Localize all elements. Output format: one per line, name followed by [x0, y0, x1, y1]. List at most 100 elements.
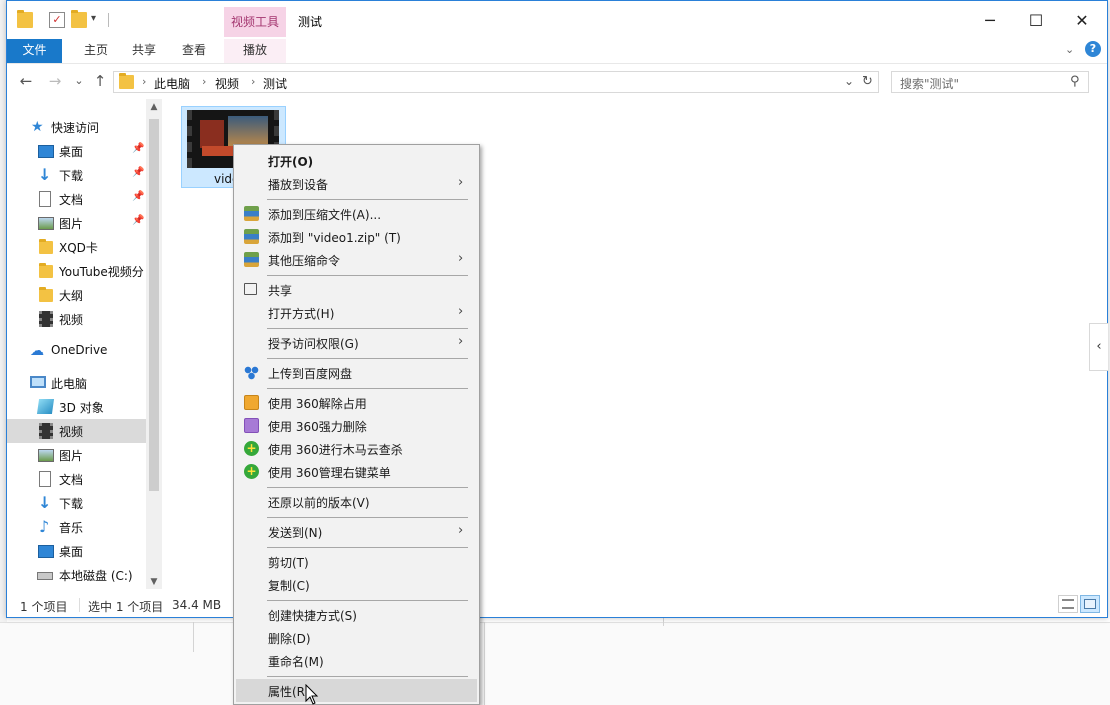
large-icons-view-button[interactable] [1080, 595, 1100, 613]
customize-toolbar-icon[interactable]: ▾ [91, 13, 96, 24]
scroll-thumb[interactable] [149, 119, 159, 491]
sidebar-item-documents[interactable]: 文档 📌 [7, 187, 146, 211]
menu-item-share[interactable]: 共享 [236, 278, 477, 301]
menu-item-label: 使用 360管理右键菜单 [268, 466, 391, 480]
maximize-button[interactable]: ☐ [1013, 5, 1059, 35]
menu-item-delete[interactable]: 删除(D) [236, 626, 477, 649]
search-box[interactable]: 搜索"测试" ⚲ [891, 71, 1089, 93]
menu-item-properties[interactable]: 属性(R) [236, 679, 477, 702]
sidebar-item-pictures-pc[interactable]: 图片 [7, 443, 146, 467]
menu-item-send-to[interactable]: 发送到(N) › [236, 520, 477, 543]
menu-item-360-delete[interactable]: 使用 360强力删除 [236, 414, 477, 437]
scroll-up-icon[interactable]: ▲ [149, 102, 159, 112]
title-bar[interactable]: ✓ ▾ 视频工具 测试 ─ ☐ ✕ [7, 1, 1107, 39]
forward-button[interactable]: → [46, 72, 64, 90]
sidebar-item-downloads-pc[interactable]: ↓ 下载 [7, 491, 146, 515]
menu-item-more-compress[interactable]: 其他压缩命令 › [236, 248, 477, 271]
sidebar-item-label: 音乐 [59, 521, 84, 535]
pin-icon[interactable]: 📌 [132, 143, 144, 154]
menu-item-label: 授予访问权限(G) [268, 337, 359, 351]
sidebar-item-downloads[interactable]: ↓ 下载 📌 [7, 163, 146, 187]
sidebar-item-xqd[interactable]: XQD卡 [7, 235, 146, 259]
help-icon[interactable]: ? [1085, 41, 1101, 57]
sidebar-item-onedrive[interactable]: ☁ OneDrive [7, 339, 146, 363]
menu-item-restore-previous[interactable]: 还原以前的版本(V) [236, 490, 477, 513]
sidebar-item-pictures[interactable]: 图片 📌 [7, 211, 146, 235]
menu-separator [267, 547, 468, 548]
menu-item-label: 属性(R) [268, 685, 310, 699]
baidu-netdisk-icon [244, 365, 259, 380]
selected-count: 选中 1 个项目 [88, 600, 164, 614]
menu-item-add-to-zip[interactable]: 添加到 "video1.zip" (T) [236, 225, 477, 248]
minimize-button[interactable]: ─ [967, 5, 1013, 35]
tab-share[interactable]: 共享 [119, 39, 169, 63]
download-icon: ↓ [38, 493, 52, 512]
video-tools-tab-group: 视频工具 [224, 7, 286, 37]
sidebar-scrollbar[interactable]: ▲ ▼ [146, 99, 162, 589]
tab-play[interactable]: 播放 [224, 39, 286, 63]
sidebar-item-drive-c[interactable]: 本地磁盘 (C:) [7, 563, 146, 587]
sidebar-item-youtube[interactable]: YouTube视频分 [7, 259, 146, 283]
back-button[interactable]: ← [17, 72, 35, 90]
pin-icon[interactable]: 📌 [132, 215, 144, 226]
submenu-arrow-icon: › [458, 523, 464, 538]
menu-item-cut[interactable]: 剪切(T) [236, 550, 477, 573]
sidebar-item-desktop[interactable]: 桌面 📌 [7, 139, 146, 163]
menu-item-label: 打开方式(H) [268, 307, 335, 321]
details-view-button[interactable] [1058, 595, 1078, 613]
sidebar-item-this-pc[interactable]: 此电脑 [7, 371, 146, 395]
address-bar[interactable]: › 此电脑 › 视频 › 测试 ⌄ ↻ [113, 71, 879, 93]
sidebar-item-quick-access[interactable]: ★ 快速访问 [7, 115, 146, 139]
menu-item-open[interactable]: 打开(O) [236, 149, 477, 172]
music-icon: ♪ [39, 517, 50, 536]
expand-ribbon-icon[interactable]: ⌄ [1065, 43, 1074, 56]
sidebar-item-music[interactable]: ♪ 音乐 [7, 515, 146, 539]
breadcrumb-test[interactable]: 测试 [263, 75, 287, 92]
sidebar-item-desktop-pc[interactable]: 桌面 [7, 539, 146, 563]
address-dropdown-icon[interactable]: ⌄ [844, 74, 854, 88]
menu-item-360-menu[interactable]: + 使用 360管理右键菜单 [236, 460, 477, 483]
sidebar-item-outline[interactable]: 大纲 [7, 283, 146, 307]
collapse-pane-button[interactable]: ‹ [1089, 323, 1108, 371]
menu-item-baidu-upload[interactable]: 上传到百度网盘 [236, 361, 477, 384]
tab-home[interactable]: 主页 [71, 39, 121, 63]
menu-item-copy[interactable]: 复制(C) [236, 573, 477, 596]
new-folder-icon[interactable] [71, 10, 87, 28]
search-icon: ⚲ [1070, 74, 1080, 89]
recent-locations-button[interactable]: ⌄ [70, 72, 88, 90]
properties-icon[interactable]: ✓ [49, 12, 65, 28]
sidebar-item-videos[interactable]: 视频 [7, 419, 146, 443]
menu-item-create-shortcut[interactable]: 创建快捷方式(S) [236, 603, 477, 626]
breadcrumb-videos[interactable]: 视频 [215, 75, 239, 92]
menu-item-cast-to-device[interactable]: 播放到设备 › [236, 172, 477, 195]
cloud-icon: ☁ [30, 343, 44, 359]
menu-item-open-with[interactable]: 打开方式(H) › [236, 301, 477, 324]
document-icon [39, 471, 51, 487]
tab-file[interactable]: 文件 [7, 39, 62, 63]
menu-item-give-access[interactable]: 授予访问权限(G) › [236, 331, 477, 354]
up-button[interactable]: ↑ [91, 72, 109, 90]
submenu-arrow-icon: › [458, 334, 464, 349]
search-input[interactable]: 搜索"测试" [900, 75, 959, 92]
menu-separator [267, 328, 468, 329]
scroll-down-icon[interactable]: ▼ [149, 577, 159, 587]
menu-item-360-unlock[interactable]: 使用 360解除占用 [236, 391, 477, 414]
sidebar-item-videos-quick[interactable]: 视频 [7, 307, 146, 331]
breadcrumb-this-pc[interactable]: 此电脑 [154, 75, 190, 92]
archive-icon [244, 206, 259, 221]
sidebar-item-label: 桌面 [59, 145, 84, 159]
refresh-icon[interactable]: ↻ [862, 74, 873, 89]
menu-item-rename[interactable]: 重命名(M) [236, 649, 477, 672]
tab-view[interactable]: 查看 [169, 39, 219, 63]
thumbnail-scene [200, 120, 224, 148]
pin-icon[interactable]: 📌 [132, 191, 144, 202]
pin-icon[interactable]: 📌 [132, 167, 144, 178]
sidebar-item-documents-pc[interactable]: 文档 [7, 467, 146, 491]
menu-item-360-scan[interactable]: + 使用 360进行木马云查杀 [236, 437, 477, 460]
sidebar-item-label: 此电脑 [51, 377, 88, 391]
close-button[interactable]: ✕ [1059, 5, 1105, 35]
sidebar-item-3d[interactable]: 3D 对象 [7, 395, 146, 419]
menu-item-add-to-archive[interactable]: 添加到压缩文件(A)... [236, 202, 477, 225]
download-icon: ↓ [38, 165, 52, 184]
menu-item-label: 上传到百度网盘 [268, 367, 353, 381]
